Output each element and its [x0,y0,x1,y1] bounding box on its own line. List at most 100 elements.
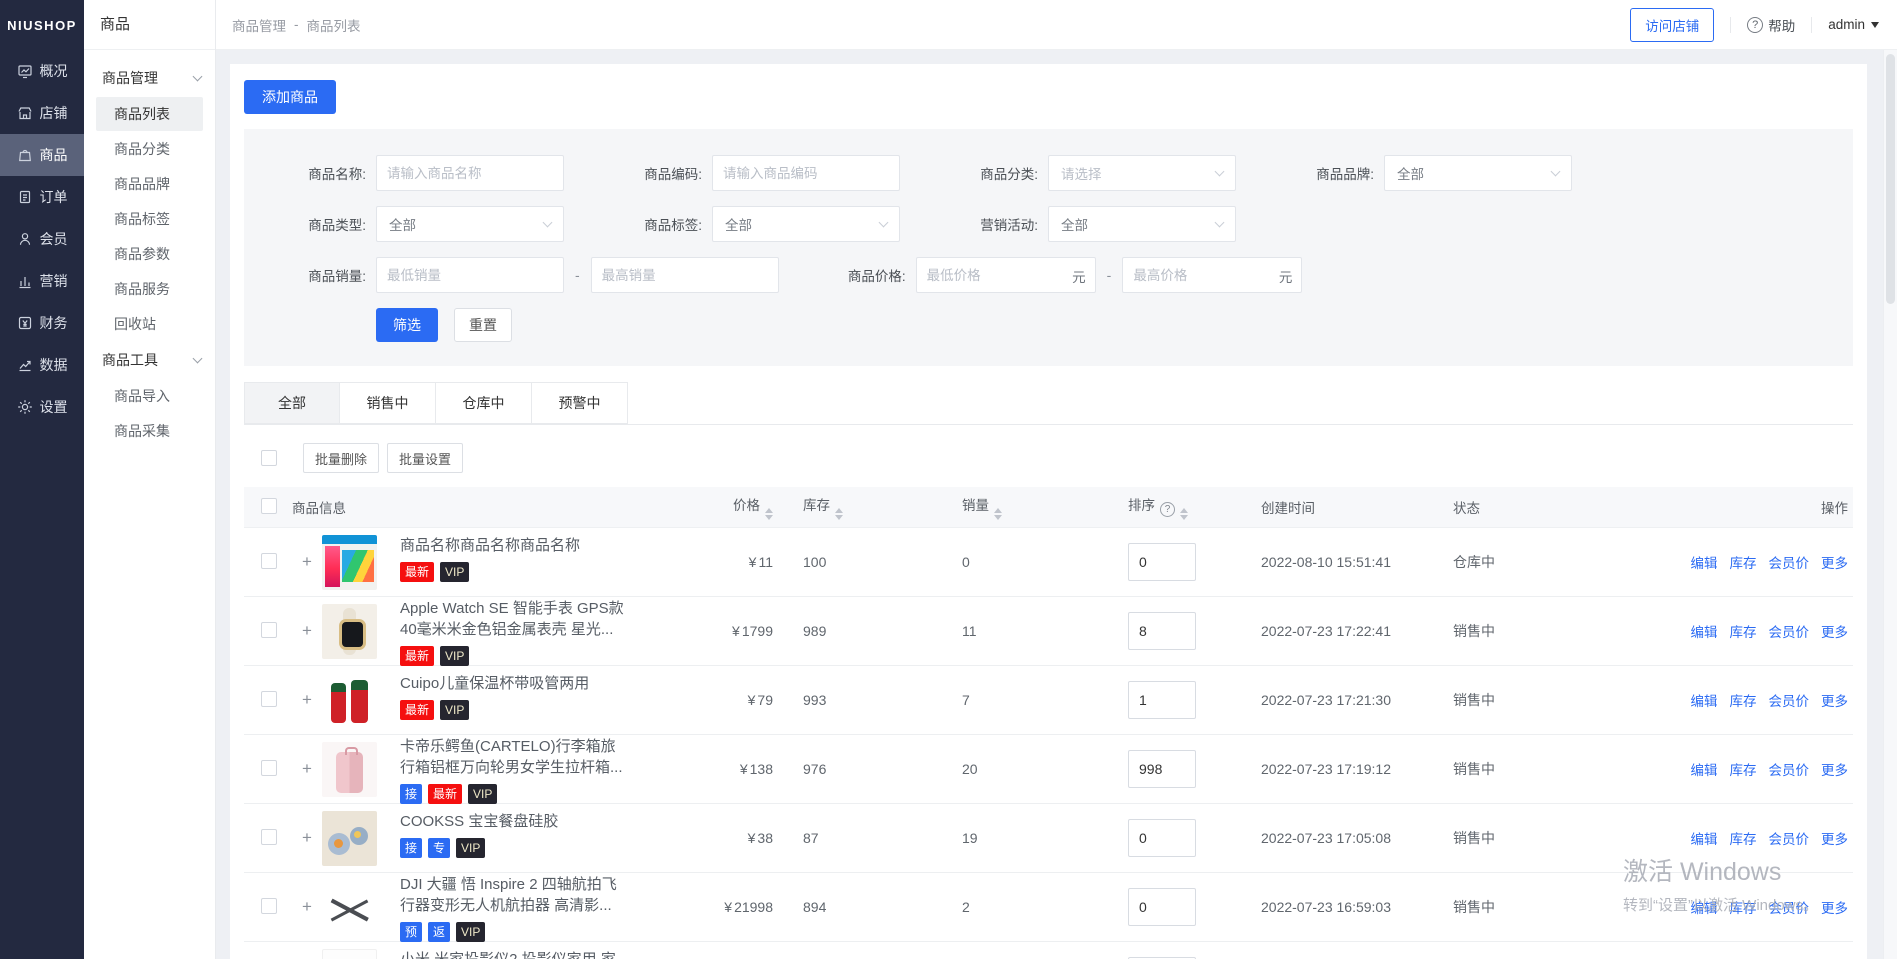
help-icon[interactable]: ? [1160,502,1175,517]
visit-shop-button[interactable]: 访问店铺 [1630,8,1714,42]
action-link-0[interactable]: 编辑 [1691,552,1718,572]
sidebar-item-settings[interactable]: 设置 [0,386,84,428]
product-name-input[interactable] [376,155,564,191]
tab-3[interactable]: 预警中 [532,382,628,424]
action-link-2[interactable]: 会员价 [1769,621,1810,641]
row-checkbox[interactable] [261,622,277,638]
sidebar-item-goods[interactable]: 商品 [0,134,84,176]
row-actions: 编辑库存会员价更多 [1698,621,1853,641]
help-menu[interactable]: ? 帮助 [1747,15,1795,35]
submenu-item-goods-brand[interactable]: 商品品牌 [96,167,203,201]
price-min-input[interactable] [916,257,1096,293]
expand-row-toggle[interactable]: + [292,621,322,641]
action-link-3[interactable]: 更多 [1821,621,1848,641]
action-link-0[interactable]: 编辑 [1691,690,1718,710]
expand-row-toggle[interactable]: + [292,759,322,779]
expand-row-toggle[interactable]: + [292,828,322,848]
batch-set-button[interactable]: 批量设置 [387,443,463,473]
action-link-2[interactable]: 会员价 [1769,690,1810,710]
sales-min-input[interactable] [376,257,564,293]
action-link-1[interactable]: 库存 [1730,828,1757,848]
submenu-item-goods-list[interactable]: 商品列表 [96,97,203,131]
sort-order-input[interactable] [1128,750,1196,788]
activity-select[interactable]: 全部 [1048,206,1236,242]
tab-1[interactable]: 销售中 [340,382,436,424]
sort-carets-icon[interactable] [765,508,773,520]
product-status: 销售中 [1453,690,1698,710]
select-all-checkbox[interactable] [261,498,277,514]
badge-new: 最新 [400,646,434,666]
scrollbar-thumb[interactable] [1886,54,1895,304]
submenu-item-goods-category[interactable]: 商品分类 [96,132,203,166]
action-link-2[interactable]: 会员价 [1769,828,1810,848]
action-link-1[interactable]: 库存 [1730,621,1757,641]
action-link-1[interactable]: 库存 [1730,759,1757,779]
sort-order-input[interactable] [1128,888,1196,926]
action-link-1[interactable]: 库存 [1730,690,1757,710]
scrollbar[interactable] [1883,50,1897,959]
action-link-0[interactable]: 编辑 [1691,621,1718,641]
sort-carets-icon[interactable] [835,508,843,520]
tag-select[interactable]: 全部 [712,206,900,242]
row-checkbox[interactable] [261,898,277,914]
submenu-item-goods-import[interactable]: 商品导入 [96,379,203,413]
sidebar-item-marketing[interactable]: 营销 [0,260,84,302]
product-code-input[interactable] [712,155,900,191]
type-select[interactable]: 全部 [376,206,564,242]
sidebar-item-finance[interactable]: 财务 [0,302,84,344]
action-link-2[interactable]: 会员价 [1769,897,1810,917]
sort-order-input[interactable] [1128,612,1196,650]
product-title: 商品名称商品名称商品名称 [400,535,688,556]
breadcrumb-item-parent[interactable]: 商品管理 [232,15,286,35]
brand-select[interactable]: 全部 [1384,155,1572,191]
sales-max-input[interactable] [591,257,779,293]
row-checkbox[interactable] [261,829,277,845]
submenu-item-goods-service[interactable]: 商品服务 [96,272,203,306]
action-link-3[interactable]: 更多 [1821,897,1848,917]
sidebar-item-members[interactable]: 会员 [0,218,84,260]
user-menu[interactable]: admin [1828,17,1879,32]
action-link-2[interactable]: 会员价 [1769,759,1810,779]
action-link-1[interactable]: 库存 [1730,897,1757,917]
action-link-0[interactable]: 编辑 [1691,759,1718,779]
action-link-0[interactable]: 编辑 [1691,897,1718,917]
sidebar-item-data[interactable]: 数据 [0,344,84,386]
price-max-input[interactable] [1122,257,1302,293]
sidebar-item-orders[interactable]: 订单 [0,176,84,218]
action-link-3[interactable]: 更多 [1821,759,1848,779]
sort-order-input[interactable] [1128,819,1196,857]
row-checkbox[interactable] [261,553,277,569]
sort-carets-icon[interactable] [1180,508,1188,520]
filter-submit-button[interactable]: 筛选 [376,308,438,342]
action-link-3[interactable]: 更多 [1821,690,1848,710]
submenu-group-goods-manage[interactable]: 商品管理 [84,60,215,96]
sort-order-input[interactable] [1128,543,1196,581]
sort-carets-icon[interactable] [994,508,1002,520]
category-select[interactable]: 请选择 [1048,155,1236,191]
submenu-item-goods-collect[interactable]: 商品采集 [96,414,203,448]
submenu-item-recycle-bin[interactable]: 回收站 [96,307,203,341]
sidebar-item-overview[interactable]: 概况 [0,50,84,92]
tab-2[interactable]: 仓库中 [436,382,532,424]
action-link-3[interactable]: 更多 [1821,828,1848,848]
expand-row-toggle[interactable]: + [292,897,322,917]
select-all-checkbox[interactable] [261,450,277,466]
add-product-button[interactable]: 添加商品 [244,80,336,114]
submenu-item-goods-params[interactable]: 商品参数 [96,237,203,271]
expand-row-toggle[interactable]: + [292,690,322,710]
sidebar-item-shop[interactable]: 店铺 [0,92,84,134]
row-checkbox[interactable] [261,760,277,776]
tab-0[interactable]: 全部 [244,382,340,424]
action-link-2[interactable]: 会员价 [1769,552,1810,572]
action-link-0[interactable]: 编辑 [1691,828,1718,848]
action-link-1[interactable]: 库存 [1730,552,1757,572]
batch-delete-button[interactable]: 批量删除 [303,443,379,473]
filter-reset-button[interactable]: 重置 [454,308,512,342]
row-checkbox[interactable] [261,691,277,707]
submenu-group-goods-tools[interactable]: 商品工具 [84,342,215,378]
expand-row-toggle[interactable]: + [292,552,322,572]
submenu-item-goods-label[interactable]: 商品标签 [96,202,203,236]
submenu-item-label: 商品品牌 [114,174,170,194]
sort-order-input[interactable] [1128,681,1196,719]
action-link-3[interactable]: 更多 [1821,552,1848,572]
